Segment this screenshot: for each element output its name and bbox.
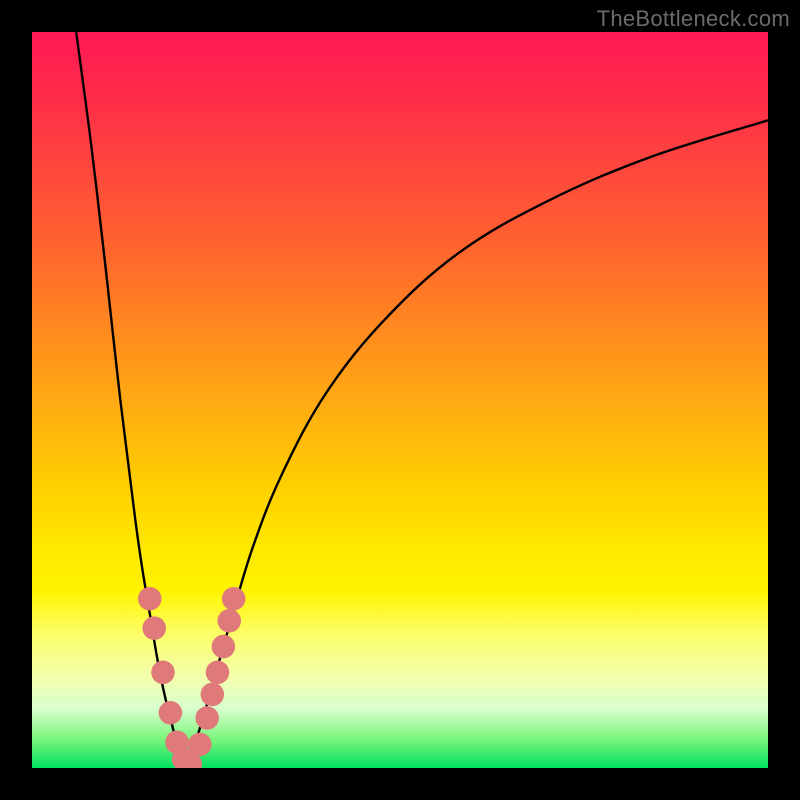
marker-group — [138, 587, 245, 768]
marker-dot — [159, 701, 183, 725]
marker-dot — [217, 609, 241, 633]
marker-dot — [142, 616, 166, 640]
marker-dot — [201, 683, 225, 707]
curve-right — [187, 120, 768, 768]
marker-dot — [138, 587, 162, 611]
marker-dot — [212, 635, 236, 659]
chart-frame: TheBottleneck.com — [0, 0, 800, 800]
marker-dot — [188, 733, 212, 757]
watermark-text: TheBottleneck.com — [597, 6, 790, 32]
marker-dot — [151, 661, 175, 685]
plot-area — [32, 32, 768, 768]
marker-dot — [195, 706, 219, 730]
marker-dot — [206, 661, 230, 685]
chart-svg — [32, 32, 768, 768]
marker-dot — [222, 587, 246, 611]
curve-left — [76, 32, 186, 768]
